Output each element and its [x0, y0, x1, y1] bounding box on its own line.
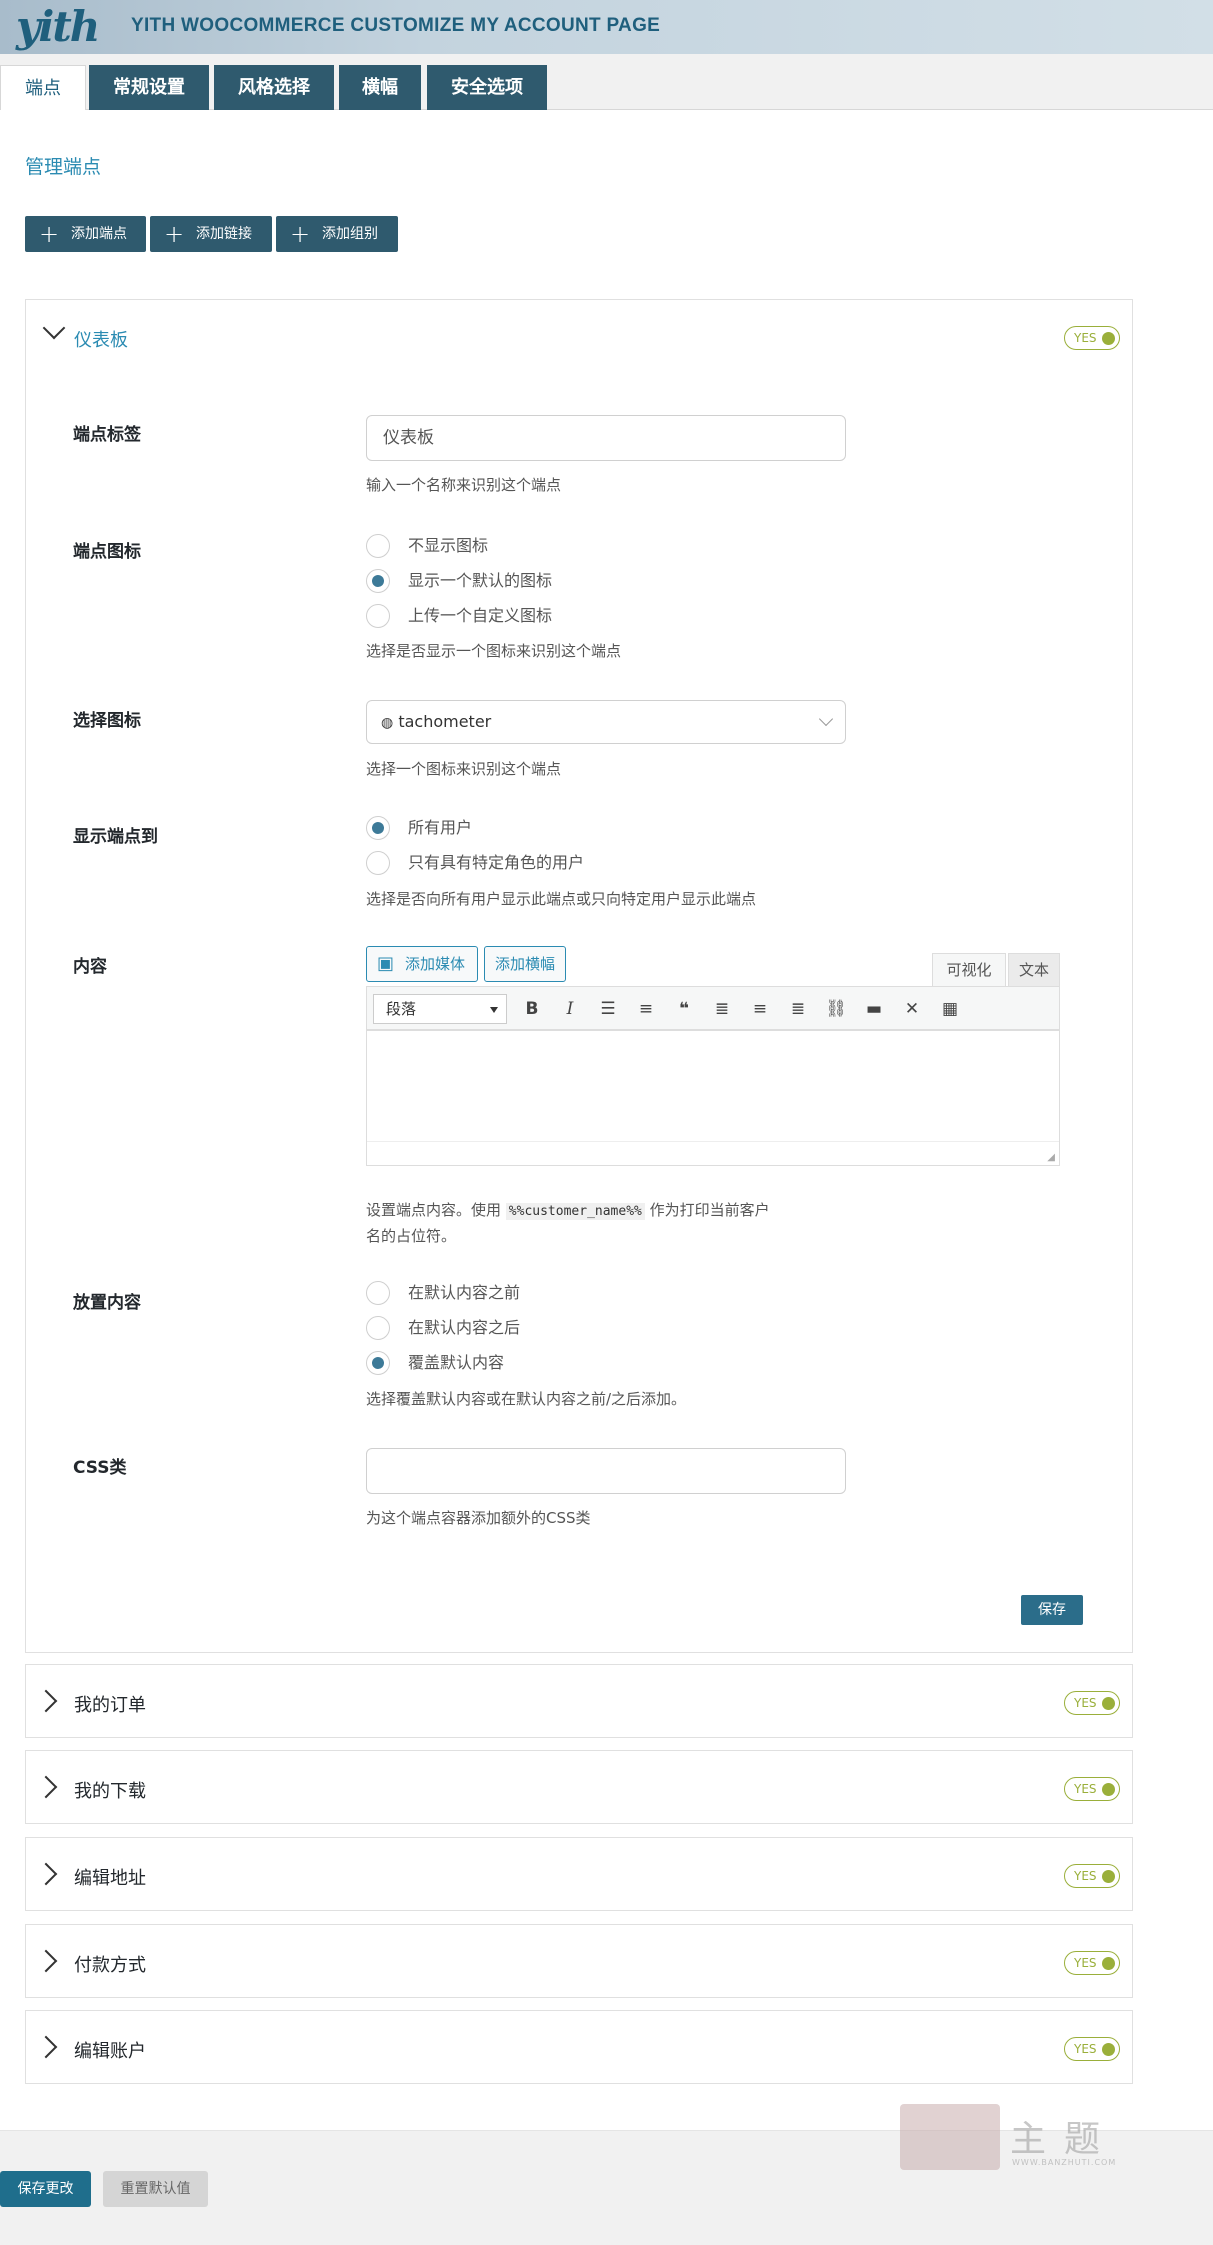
tachometer-icon: ◍: [381, 715, 394, 731]
endpoint-panel-orders[interactable]: 我的订单 YES: [25, 1664, 1133, 1738]
add-group-button[interactable]: + 添加组别: [276, 216, 398, 252]
plus-icon: +: [39, 220, 60, 248]
endpoint-panel-edit-account[interactable]: 编辑账户 YES: [25, 2010, 1133, 2084]
blockquote-icon[interactable]: ❝: [671, 996, 697, 1022]
tab-visual[interactable]: 可视化: [932, 953, 1006, 987]
chevron-right-icon[interactable]: [34, 1949, 58, 1973]
align-left-icon[interactable]: ≣: [709, 996, 735, 1022]
panel-title[interactable]: 编辑地址: [74, 1864, 146, 1890]
tab-style[interactable]: 风格选择: [214, 65, 334, 110]
italic-icon[interactable]: I: [557, 996, 583, 1022]
enable-toggle[interactable]: YES: [1064, 326, 1120, 350]
panel-title[interactable]: 我的订单: [74, 1691, 146, 1717]
tab-endpoints[interactable]: 端点: [0, 65, 86, 110]
media-icon: ▣: [377, 953, 395, 974]
radio-default-icon[interactable]: 显示一个默认的图标: [366, 568, 552, 594]
visibility-label: 显示端点到: [73, 827, 158, 847]
editor-statusbar: ◢: [367, 1141, 1059, 1165]
site-watermark: 主题 WWW.BANZHUTI.COM: [900, 2104, 1130, 2174]
tab-text[interactable]: 文本: [1008, 953, 1060, 987]
panel-title[interactable]: 编辑账户: [74, 2037, 146, 2063]
radio-after-content[interactable]: 在默认内容之后: [366, 1315, 520, 1341]
endpoint-icon-label: 端点图标: [73, 542, 141, 562]
radio-no-icon[interactable]: 不显示图标: [366, 533, 488, 559]
plus-icon: +: [290, 220, 311, 248]
panel-title[interactable]: 我的下载: [74, 1777, 146, 1803]
endpoint-panel-downloads[interactable]: 我的下载 YES: [25, 1750, 1133, 1824]
bullet-list-icon[interactable]: ☰: [595, 996, 621, 1022]
page-title: 管理端点: [25, 156, 102, 178]
align-right-icon[interactable]: ≣: [785, 996, 811, 1022]
panel-title[interactable]: 付款方式: [74, 1951, 146, 1977]
placement-desc: 选择覆盖默认内容或在默认内容之前/之后添加。: [366, 1390, 687, 1408]
css-class-input[interactable]: [366, 1448, 846, 1494]
watermark-seal-icon: [900, 2104, 1000, 2170]
endpoint-label-desc: 输入一个名称来识别这个端点: [366, 476, 562, 494]
radio-override-content[interactable]: 覆盖默认内容: [366, 1350, 504, 1376]
editor-toolbar: 段落 B I ☰ ≡ ❝ ≣ ≡ ≣ ⛓ ▬ ✕ ▦: [366, 986, 1060, 1030]
plus-icon: +: [164, 220, 185, 248]
panel-header[interactable]: 仪表板 YES: [26, 300, 1132, 374]
endpoint-icon-desc: 选择是否显示一个图标来识别这个端点: [366, 642, 622, 660]
yith-logo: yith: [16, 2, 100, 51]
endpoint-label-input[interactable]: 仪表板: [366, 415, 846, 461]
enable-toggle[interactable]: YES: [1064, 1864, 1120, 1888]
main-content: 管理端点 + 添加端点 + 添加链接 + 添加组别 仪表板 YES 端点标签 仪表板 …: [0, 110, 1213, 2130]
content-desc: 设置端点内容。使用 %%customer_name%% 作为打印当前客户 名的占…: [366, 1201, 770, 1245]
endpoint-label-label: 端点标签: [73, 425, 141, 445]
select-icon-desc: 选择一个图标来识别这个端点: [366, 760, 562, 778]
settings-tabs: 端点 常规设置 风格选择 横幅 安全选项: [0, 54, 1213, 110]
css-class-label: CSS类: [73, 1458, 127, 1478]
chevron-right-icon[interactable]: [34, 2035, 58, 2059]
chevron-right-icon[interactable]: [34, 1775, 58, 1799]
add-banner-button[interactable]: 添加横幅: [484, 946, 566, 982]
watermark-url: WWW.BANZHUTI.COM: [1012, 2158, 1117, 2167]
chevron-down-icon: [818, 711, 834, 727]
tab-general[interactable]: 常规设置: [89, 65, 209, 110]
radio-custom-icon[interactable]: 上传一个自定义图标: [366, 603, 552, 629]
plugin-title: YITH WOOCOMMERCE CUSTOMIZE MY ACCOUNT PA…: [131, 15, 661, 36]
reset-defaults-button[interactable]: 重置默认值: [103, 2171, 208, 2207]
css-class-desc: 为这个端点容器添加额外的CSS类: [366, 1509, 591, 1527]
header-bar: yith YITH WOOCOMMERCE CUSTOMIZE MY ACCOU…: [0, 0, 1213, 54]
enable-toggle[interactable]: YES: [1064, 2037, 1120, 2061]
bold-icon[interactable]: B: [519, 996, 545, 1022]
format-select[interactable]: 段落: [373, 994, 507, 1024]
save-changes-button[interactable]: 保存更改: [0, 2171, 91, 2207]
chevron-right-icon[interactable]: [34, 1689, 58, 1713]
add-link-button[interactable]: + 添加链接: [150, 216, 272, 252]
panel-title[interactable]: 仪表板: [74, 326, 128, 352]
link-icon[interactable]: ⛓: [823, 996, 849, 1022]
chevron-right-icon[interactable]: [34, 1862, 58, 1886]
icon-select[interactable]: ◍ tachometer: [366, 700, 846, 744]
tab-security[interactable]: 安全选项: [427, 65, 547, 110]
endpoint-panel-addresses[interactable]: 编辑地址 YES: [25, 1837, 1133, 1911]
content-label: 内容: [73, 957, 107, 977]
toolbar-toggle-icon[interactable]: ▦: [937, 996, 963, 1022]
enable-toggle[interactable]: YES: [1064, 1951, 1120, 1975]
endpoint-panel-payment-methods[interactable]: 付款方式 YES: [25, 1924, 1133, 1998]
endpoint-save-button[interactable]: 保存: [1021, 1595, 1083, 1625]
placement-label: 放置内容: [73, 1293, 141, 1313]
tab-banner[interactable]: 横幅: [339, 65, 421, 110]
radio-specific-roles[interactable]: 只有具有特定角色的用户: [366, 850, 584, 876]
fullscreen-icon[interactable]: ✕: [899, 996, 925, 1022]
radio-before-content[interactable]: 在默认内容之前: [366, 1280, 520, 1306]
read-more-icon[interactable]: ▬: [861, 996, 887, 1022]
visibility-desc: 选择是否向所有用户显示此端点或只向特定用户显示此端点: [366, 890, 757, 908]
placeholder-token: %%customer_name%%: [505, 1203, 645, 1220]
add-media-button[interactable]: ▣ 添加媒体: [366, 946, 478, 982]
content-editor[interactable]: ◢: [366, 1030, 1060, 1166]
enable-toggle[interactable]: YES: [1064, 1691, 1120, 1715]
enable-toggle[interactable]: YES: [1064, 1777, 1120, 1801]
add-endpoint-button[interactable]: + 添加端点: [25, 216, 146, 252]
resize-handle-icon[interactable]: ◢: [1047, 1152, 1055, 1163]
numbered-list-icon[interactable]: ≡: [633, 996, 659, 1022]
align-center-icon[interactable]: ≡: [747, 996, 773, 1022]
chevron-down-icon[interactable]: [42, 316, 66, 340]
radio-all-users[interactable]: 所有用户: [366, 815, 472, 841]
watermark-text: 主题: [1010, 2119, 1119, 2160]
select-icon-label: 选择图标: [73, 711, 141, 731]
